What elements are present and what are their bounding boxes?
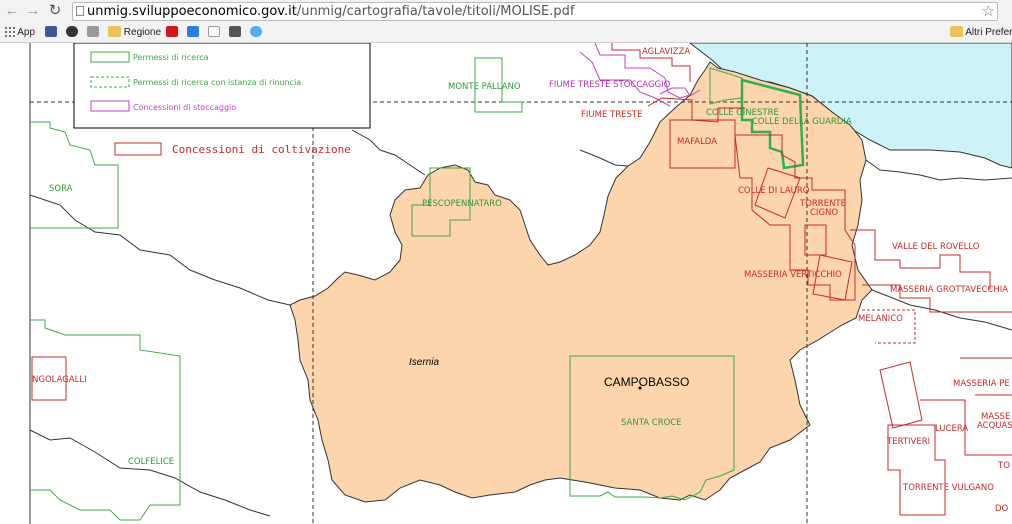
github-icon[interactable] (66, 26, 78, 40)
news-icon[interactable] (87, 26, 99, 40)
label-valle-del-rovello: VALLE DEL ROVELLO (892, 242, 980, 252)
label-colle-della-guardia: COLLE DELLA GUARDIA (752, 117, 852, 127)
cat-icon[interactable] (229, 26, 241, 40)
twitter-icon[interactable] (250, 26, 262, 40)
label-to: TO (997, 461, 1010, 471)
label-aglavizza: AGLAVIZZA (642, 47, 690, 57)
legend-storage: Concessioni di stoccaggio (133, 103, 236, 112)
youtube-icon[interactable] (166, 26, 178, 40)
back-arrow-icon[interactable]: ← (3, 2, 21, 20)
label-pescopennataro: PESCOPENNATARO (422, 199, 502, 209)
label-torrente-vulgano: TORRENTE VULGANO (902, 483, 994, 493)
pdf-viewer[interactable]: Permessi di ricerca Permessi di ricerca … (0, 43, 1012, 524)
label-fiume-treste-stoccaggio: FIUME TRESTE STOCCAGGIO (549, 80, 671, 90)
label-lucera: LUCERA (935, 424, 968, 434)
facebook-icon[interactable] (45, 26, 57, 40)
city-campobasso: CAMPOBASSO (604, 375, 689, 389)
label-monte-pallano: MONTE PALLANO (448, 82, 521, 92)
forward-arrow-icon[interactable]: → (24, 2, 42, 20)
bookmarks-bar: App Regione Altri Preferi (0, 24, 1012, 43)
dropbox-icon[interactable] (187, 26, 199, 40)
bookmark-star-icon[interactable]: ☆ (982, 2, 995, 20)
browser-toolbar: ← → ↻ unmig.sviluppoeconomico.gov.it/unm… (0, 0, 1012, 25)
folder-icon (108, 26, 121, 37)
label-acqua: ACQUAS (977, 421, 1012, 431)
amazon-icon[interactable] (208, 26, 220, 40)
label-masseria-grottavecchia: MASSERIA GROTTAVECCHIA (890, 285, 1008, 295)
label-colle-di-lauro: COLLE DI LAURO (738, 186, 810, 196)
legend-permits: Permessi di ricerca (133, 53, 209, 62)
reload-icon[interactable]: ↻ (46, 2, 64, 20)
label-torrente-cigno-2: CIGNO (810, 208, 838, 218)
label-mafalda: MAFALDA (677, 137, 717, 147)
url-path: /unmig/cartografia/tavole/titoli/MOLISE.… (296, 4, 575, 19)
label-masseria-pe: MASSERIA PE (953, 379, 1010, 389)
other-bookmarks-label: Altri Preferi (965, 27, 1012, 38)
apps-shortcut[interactable]: App (4, 26, 35, 40)
label-fiume-treste: FIUME TRESTE (581, 110, 642, 120)
url-domain: unmig.sviluppoeconomico.gov.it (87, 4, 297, 19)
page-icon (76, 6, 84, 16)
label-angolagalli: NGOLAGALLI (32, 375, 87, 385)
label-melanico: MELANICO (858, 314, 903, 324)
label-santa-croce: SANTA CROCE (621, 418, 682, 428)
apps-grid-icon (4, 26, 15, 37)
label-tertiveri: TERTIVERI (886, 437, 930, 447)
bookmark-folder-regione[interactable]: Regione (108, 26, 161, 40)
url-text: unmig.sviluppoeconomico.gov.it/unmig/car… (87, 4, 574, 20)
label-do: DO (995, 504, 1009, 514)
map-canvas: Permessi di ricerca Permessi di ricerca … (0, 43, 1012, 524)
bookmark-folder-other[interactable]: Altri Preferi (950, 26, 1012, 40)
legend-permits-rinuncia: Permessi di ricerca con istanza di rinun… (133, 78, 301, 87)
apps-label: App (17, 27, 36, 38)
label-colfelice: COLFELICE (128, 457, 174, 467)
folder-icon (950, 26, 963, 37)
regione-label: Regione (123, 27, 162, 38)
label-sora: SORA (49, 184, 73, 194)
legend-cultivation: Concessioni di coltivazione (172, 143, 351, 156)
label-masseria-verticchio: MASSERIA VERTICCHIO (744, 270, 842, 280)
city-isernia: Isernia (409, 357, 439, 368)
address-bar[interactable]: unmig.sviluppoeconomico.gov.it/unmig/car… (72, 2, 998, 21)
